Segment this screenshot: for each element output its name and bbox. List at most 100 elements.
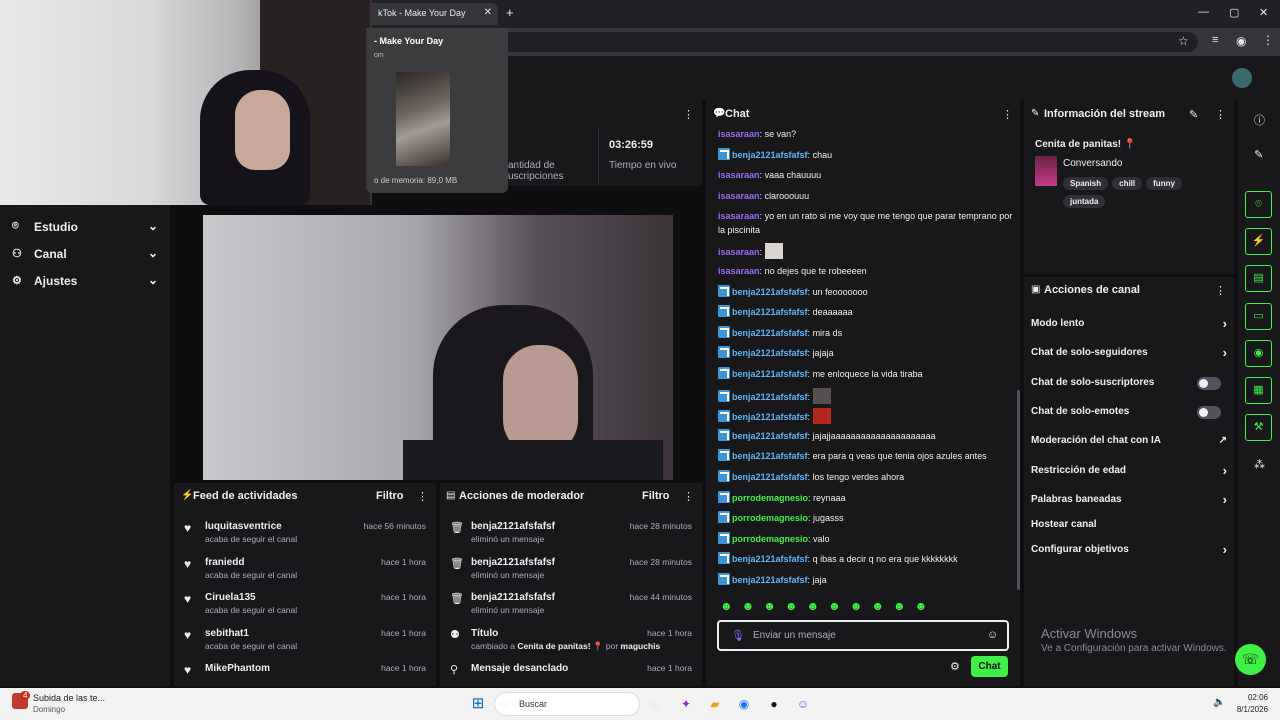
- chat-icon[interactable]: ▭: [1245, 303, 1272, 330]
- chat-settings-icon[interactable]: ⚙: [950, 660, 960, 673]
- chevron-up-icon[interactable]: ⌃: [1154, 697, 1162, 708]
- bookmark-star-icon[interactable]: ☆: [1178, 34, 1189, 48]
- menu-kebab-icon[interactable]: ⋮: [1262, 33, 1274, 47]
- chat-username[interactable]: benja2121afsfafsf: [732, 392, 808, 402]
- tag-chip[interactable]: funny: [1146, 177, 1182, 190]
- profile-icon[interactable]: ◉: [1236, 34, 1246, 48]
- channel-action-2[interactable]: Chat de solo-seguidores ›: [1031, 345, 1227, 363]
- maximize-icon[interactable]: ▢: [1229, 6, 1239, 19]
- tag-chip[interactable]: chill: [1112, 177, 1143, 190]
- add-action-icon[interactable]: ⁂: [1254, 458, 1265, 471]
- edit-icon[interactable]: ✎: [1189, 108, 1198, 121]
- channel-action-5[interactable]: Moderación del chat con IA ↗: [1031, 435, 1227, 451]
- chat-username[interactable]: isasaraan: [718, 129, 760, 139]
- chat-username[interactable]: benja2121afsfafsf: [732, 575, 808, 585]
- file-explorer-icon[interactable]: ▰: [706, 695, 724, 713]
- chat-username[interactable]: isasaraan: [718, 191, 760, 201]
- stream-info-menu-icon[interactable]: ⋮: [1215, 108, 1226, 121]
- chat-username[interactable]: benja2121afsfafsf: [732, 451, 808, 461]
- chat-username[interactable]: isasaraan: [718, 247, 760, 257]
- chrome-icon[interactable]: ◉: [735, 695, 753, 713]
- chat-username[interactable]: benja2121afsfafsf: [732, 150, 808, 160]
- chat-username[interactable]: benja2121afsfafsf: [732, 369, 808, 379]
- toggle-switch[interactable]: [1197, 406, 1221, 419]
- activity-user[interactable]: luquitasventrice: [205, 521, 282, 532]
- activity-row[interactable]: ♥ luquitasventrice acaba de seguir el cana…: [174, 519, 436, 553]
- activity-user[interactable]: MikePhantom: [205, 663, 270, 674]
- broadcast-icon[interactable]: ◉: [1245, 340, 1272, 367]
- mod-action-name[interactable]: Título: [471, 628, 498, 639]
- chat-username[interactable]: porrodemagnesio: [732, 534, 808, 544]
- taskbar-search[interactable]: ⌕ Buscar: [494, 692, 640, 716]
- chat-username[interactable]: benja2121afsfafsf: [732, 287, 808, 297]
- volume-icon[interactable]: 🔈: [1213, 697, 1225, 708]
- microphone-icon[interactable]: 🎙: [1176, 697, 1189, 708]
- boost-icon[interactable]: ⚡: [1245, 228, 1272, 255]
- clock-time[interactable]: 02:06: [1236, 693, 1268, 702]
- browser-tab[interactable]: kTok - Make Your Day ✕: [366, 3, 498, 25]
- chat-username[interactable]: benja2121afsfafsf: [732, 554, 808, 564]
- activity-row[interactable]: ♥ franiedd acaba de seguir el canal hace 1 …: [174, 555, 436, 589]
- activity-menu-icon[interactable]: ⋮: [417, 490, 428, 503]
- edit-layout-icon[interactable]: ✎: [1254, 148, 1263, 161]
- tag-chip[interactable]: Spanish: [1063, 177, 1109, 190]
- notification-title[interactable]: Subida de las te...: [33, 693, 105, 703]
- emoji-icon[interactable]: ☺: [987, 629, 998, 641]
- document-icon[interactable]: ▤: [1245, 265, 1272, 292]
- stream-category[interactable]: Conversando: [1063, 158, 1122, 169]
- title-change-user[interactable]: maguchis: [621, 641, 661, 651]
- chat-username[interactable]: isasaraan: [718, 266, 760, 276]
- chat-send-button[interactable]: Chat: [971, 656, 1008, 677]
- obs-icon[interactable]: ●: [765, 695, 783, 713]
- nav-item-estudio[interactable]: ⌾ Estudio ⌄: [12, 219, 158, 239]
- channel-action-7[interactable]: Palabras baneadas ›: [1031, 492, 1227, 510]
- chat-username[interactable]: benja2121afsfafsf: [732, 307, 808, 317]
- chat-menu-icon[interactable]: ⋮: [1002, 108, 1013, 121]
- mod-menu-icon[interactable]: ⋮: [683, 490, 694, 503]
- chat-username[interactable]: benja2121afsfafsf: [732, 472, 808, 482]
- activity-filter-button[interactable]: Filtro: [376, 490, 404, 502]
- mod-action-name[interactable]: benja2121afsfafsf: [471, 592, 555, 603]
- category-thumbnail[interactable]: [1035, 156, 1057, 186]
- chat-username[interactable]: isasaraan: [718, 211, 760, 221]
- stats-menu-icon[interactable]: ⋮: [683, 108, 694, 121]
- copilot-icon[interactable]: ✦: [677, 695, 695, 713]
- mod-filter-button[interactable]: Filtro: [642, 490, 670, 502]
- emote-bar[interactable]: ☻☻☻☻☻☻☻☻☻☻: [720, 599, 1010, 617]
- help-support-icon[interactable]: ☏: [1235, 644, 1266, 675]
- channel-action-8[interactable]: Hostear canal: [1031, 519, 1227, 535]
- clock-date[interactable]: 8/1/2026: [1226, 705, 1268, 714]
- channel-actions-menu-icon[interactable]: ⋮: [1215, 284, 1226, 297]
- close-window-icon[interactable]: ✕: [1259, 6, 1268, 19]
- tag-chip[interactable]: juntada: [1063, 195, 1106, 208]
- toggle-switch[interactable]: [1197, 377, 1221, 390]
- chat-username[interactable]: benja2121afsfafsf: [732, 328, 808, 338]
- chat-username[interactable]: benja2121afsfafsf: [732, 431, 808, 441]
- activity-row[interactable]: ♥ Ciruela135 acaba de seguir el canal hace …: [174, 590, 436, 624]
- wifi-icon[interactable]: ◠: [1197, 697, 1206, 708]
- minimize-icon[interactable]: —: [1198, 6, 1209, 18]
- mod-action-row[interactable]: 🗑 benja2121afsfafsf eliminó un mensaje hace…: [440, 590, 702, 624]
- task-view-icon[interactable]: ▣: [646, 695, 664, 713]
- nav-item-ajustes[interactable]: ⚙ Ajustes ⌄: [12, 273, 158, 293]
- mod-action-row[interactable]: 🗑 benja2121afsfafsf eliminó un mensaje hace…: [440, 519, 702, 553]
- activity-user[interactable]: sebithat1: [205, 628, 249, 639]
- chat-username[interactable]: isasaraan: [718, 170, 760, 180]
- channel-action-9[interactable]: Configurar objetivos ›: [1031, 542, 1227, 560]
- channel-action-4[interactable]: Chat de solo-emotes: [1031, 406, 1227, 422]
- activity-row[interactable]: ♥ sebithat1 acaba de seguir el canal hace 1…: [174, 626, 436, 660]
- discord-icon[interactable]: ☺: [794, 695, 812, 713]
- info-icon[interactable]: ⓘ: [1254, 112, 1265, 128]
- channel-action-3[interactable]: Chat de solo-suscriptores: [1031, 377, 1227, 393]
- mod-action-row[interactable]: ⚉ Título cambiado a Cenita de panitas! 📍 p…: [440, 626, 702, 660]
- chat-username[interactable]: porrodemagnesio: [732, 513, 808, 523]
- mod-action-name[interactable]: benja2121afsfafsf: [471, 521, 555, 532]
- stream-video[interactable]: [203, 215, 673, 480]
- chat-scrollbar[interactable]: [1017, 390, 1020, 590]
- chat-username[interactable]: benja2121afsfafsf: [732, 412, 808, 422]
- media-control-icon[interactable]: ≡: [1212, 34, 1218, 46]
- windows-start-icon[interactable]: ⊞: [469, 695, 487, 713]
- channel-action-6[interactable]: Restricción de edad ›: [1031, 463, 1227, 481]
- chat-username[interactable]: porrodemagnesio: [732, 493, 808, 503]
- wrench-icon[interactable]: ⚒: [1245, 414, 1272, 441]
